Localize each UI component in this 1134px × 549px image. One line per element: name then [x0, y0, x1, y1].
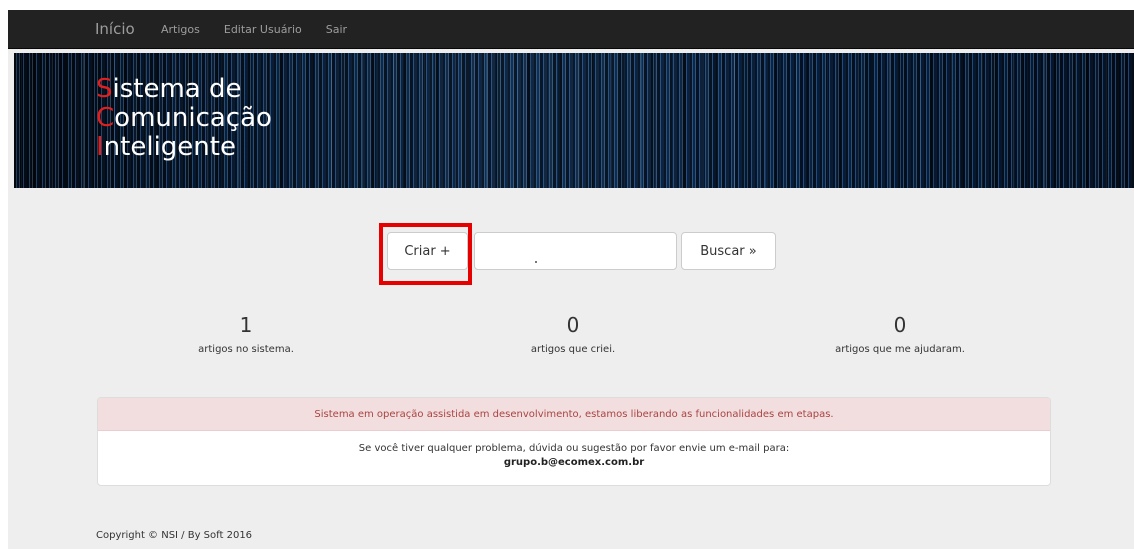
title-line-2: Comunicação: [96, 104, 272, 133]
notice-panel: Sistema em operação assistida em desenvo…: [97, 397, 1051, 486]
stat-articles-total: 1 artigos no sistema.: [96, 312, 396, 355]
search-button[interactable]: Buscar »: [681, 232, 776, 270]
stat-articles-created: 0 artigos que criei.: [423, 312, 723, 355]
title-initial-i: I: [96, 132, 104, 162]
contact-email: grupo.b@ecomex.com.br: [503, 457, 645, 468]
stat-articles-helped: 0 artigos que me ajudaram.: [750, 312, 1050, 355]
header-banner: Sistema de Comunicação Inteligente: [14, 53, 1134, 188]
contact-text: Se você tiver qualquer problema, dúvida …: [358, 443, 790, 454]
stat-value: 0: [566, 313, 580, 337]
contact-message: Se você tiver qualquer problema, dúvida …: [98, 431, 1050, 470]
input-cursor-mark: [535, 261, 537, 263]
stat-label: artigos que criei.: [530, 344, 616, 355]
create-button[interactable]: Criar +: [387, 232, 468, 270]
title-rest-1: istema de: [112, 74, 242, 104]
title-line-3: Inteligente: [96, 133, 272, 162]
stat-value: 1: [239, 313, 253, 337]
search-input[interactable]: [474, 232, 677, 270]
title-line-1: Sistema de: [96, 75, 272, 104]
title-rest-2: omunicação: [114, 103, 272, 133]
page-frame: Início Artigos Editar Usuário Sair Siste…: [8, 10, 1134, 549]
title-rest-3: nteligente: [103, 132, 236, 162]
title-initial-s: S: [96, 74, 113, 104]
nav-item-editar-usuario[interactable]: Editar Usuário: [224, 23, 302, 36]
footer-copyright: Copyright © NSI / By Soft 2016: [96, 530, 253, 541]
stat-value: 0: [893, 313, 907, 337]
nav-item-sair[interactable]: Sair: [326, 23, 347, 36]
nav-menu: Artigos Editar Usuário Sair: [161, 23, 371, 36]
stat-label: artigos no sistema.: [198, 344, 294, 355]
stat-label: artigos que me ajudaram.: [835, 344, 965, 355]
nav-home-link[interactable]: Início: [95, 20, 135, 38]
title-initial-c: C: [96, 103, 115, 133]
top-navbar: Início Artigos Editar Usuário Sair: [8, 10, 1134, 49]
nav-item-artigos[interactable]: Artigos: [161, 23, 200, 36]
development-alert: Sistema em operação assistida em desenvo…: [98, 398, 1050, 431]
site-title: Sistema de Comunicação Inteligente: [96, 75, 272, 162]
